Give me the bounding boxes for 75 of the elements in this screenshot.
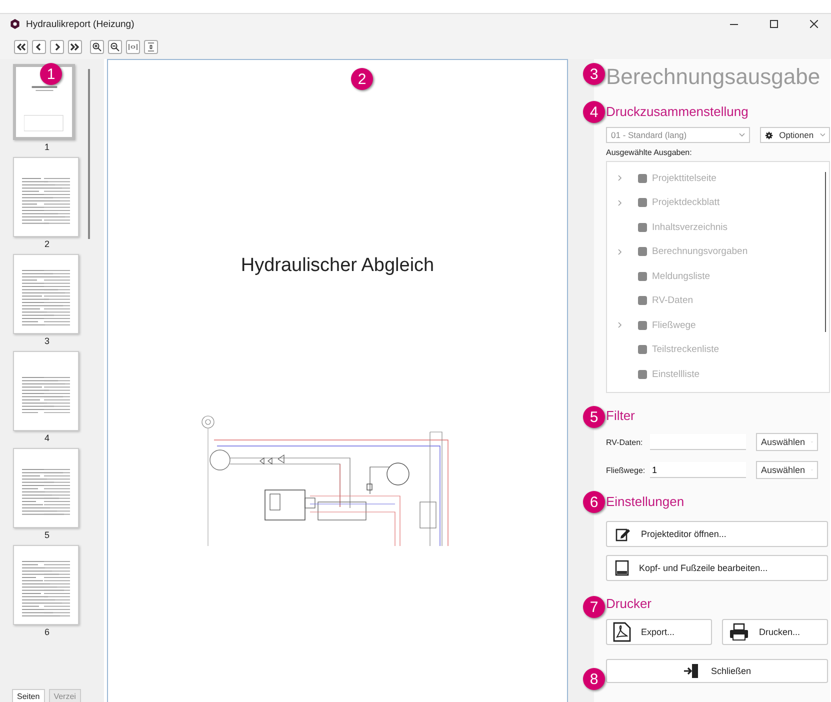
- next-page-button[interactable]: [50, 40, 64, 54]
- list-label: Ausgewählte Ausgaben:: [606, 148, 693, 157]
- panel-tab[interactable]: Seiten: [12, 689, 45, 702]
- page-thumbnail[interactable]: [13, 254, 79, 334]
- fit-height-button[interactable]: [144, 40, 158, 54]
- section-heading: Drucker: [606, 596, 653, 611]
- output-item-label: Projekttitelseite: [652, 172, 716, 184]
- page-preview-drawing: [22, 561, 70, 617]
- zoom-in-icon: [92, 42, 102, 52]
- page-preview-drawing: [22, 376, 70, 414]
- filter-label: Fließwege:: [606, 466, 646, 474]
- printer-icon: [729, 623, 749, 641]
- app-logo-icon: [10, 19, 20, 29]
- fit-width-button[interactable]: [126, 40, 140, 54]
- preset-dropdown[interactable]: 01 - Standard (lang): [606, 127, 750, 143]
- close-icon: [810, 20, 818, 28]
- gear-icon: [765, 130, 774, 140]
- page-thumbnail[interactable]: [13, 157, 79, 237]
- output-item-label: Meldungsliste: [652, 270, 710, 282]
- zoom-out-icon: [110, 42, 120, 52]
- section-heading: Druckzusammenstellung: [606, 104, 750, 119]
- section-heading: Einstellungen: [606, 494, 686, 509]
- filter-input-field[interactable]: [650, 434, 746, 450]
- maximize-icon: [770, 20, 778, 28]
- output-item-label: Teilstreckenliste: [652, 344, 720, 356]
- page-number: 4: [43, 433, 50, 443]
- fit-width-icon: [128, 42, 138, 52]
- exit-button[interactable]: Schließen: [606, 659, 828, 683]
- options-dropdown[interactable]: Optionen: [760, 127, 830, 143]
- page-preview-drawing: [24, 86, 64, 132]
- output-item-label: Projektdeckblatt: [652, 197, 720, 208]
- output-item-label: Einstellliste: [652, 368, 700, 380]
- pdf-file-icon: [613, 622, 631, 642]
- page-thumbnail[interactable]: [13, 448, 79, 528]
- edit-document-icon: [615, 526, 631, 542]
- first-page-icon: [16, 42, 26, 52]
- section-heading: Filter: [606, 408, 636, 423]
- fit-height-icon: [146, 42, 156, 52]
- output-item-label: Berechnungsvorgaben: [652, 246, 748, 258]
- page-number: 6: [43, 627, 50, 637]
- panel-title: Berechnungsausgabe: [606, 64, 822, 90]
- output-item-label: RV-Daten: [652, 295, 694, 306]
- select-dropdown[interactable]: Auswählen: [756, 433, 818, 451]
- previous-page-button[interactable]: [32, 40, 46, 54]
- output-item-label: Inhaltsverzeichnis: [652, 222, 728, 233]
- page-thumbnail[interactable]: [13, 351, 79, 431]
- page-thumbnail[interactable]: [13, 545, 79, 625]
- settings-button[interactable]: Kopf- und Fußzeile bearbeiten...: [606, 555, 828, 581]
- page-number: 2: [43, 239, 50, 249]
- last-page-button[interactable]: [68, 40, 82, 54]
- page-number: 1: [43, 142, 50, 152]
- print-button[interactable]: Drucken...: [722, 619, 828, 645]
- first-page-button[interactable]: [14, 40, 28, 54]
- filter-input-field[interactable]: 1: [650, 462, 746, 478]
- zoom-out-button[interactable]: [108, 40, 122, 54]
- filter-label: RV-Daten:: [606, 438, 644, 446]
- page-title: Hydraulischer Abgleich: [240, 255, 434, 277]
- chevron-down-icon: [820, 133, 825, 137]
- output-item-label: Fließwege: [652, 320, 696, 331]
- exit-door-icon: [682, 663, 699, 679]
- page-number: 3: [43, 336, 50, 346]
- chevron-down-icon: [739, 133, 745, 137]
- settings-button[interactable]: Projekteditor öffnen...: [606, 521, 828, 547]
- export-button[interactable]: Export...: [606, 619, 712, 645]
- page-preview-drawing: [22, 469, 70, 515]
- page-footer-icon: [615, 560, 629, 576]
- page-thumbnail[interactable]: [13, 64, 75, 140]
- window-title: Hydraulikreport (Heizung): [26, 18, 136, 30]
- page-number: 5: [43, 530, 50, 540]
- last-page-icon: [70, 42, 80, 52]
- select-dropdown[interactable]: Auswählen: [756, 461, 818, 479]
- page-preview-drawing: [22, 178, 70, 224]
- panel-tab[interactable]: Verzei: [48, 689, 81, 702]
- page-preview-drawing: [22, 270, 70, 326]
- zoom-in-button[interactable]: [90, 40, 104, 54]
